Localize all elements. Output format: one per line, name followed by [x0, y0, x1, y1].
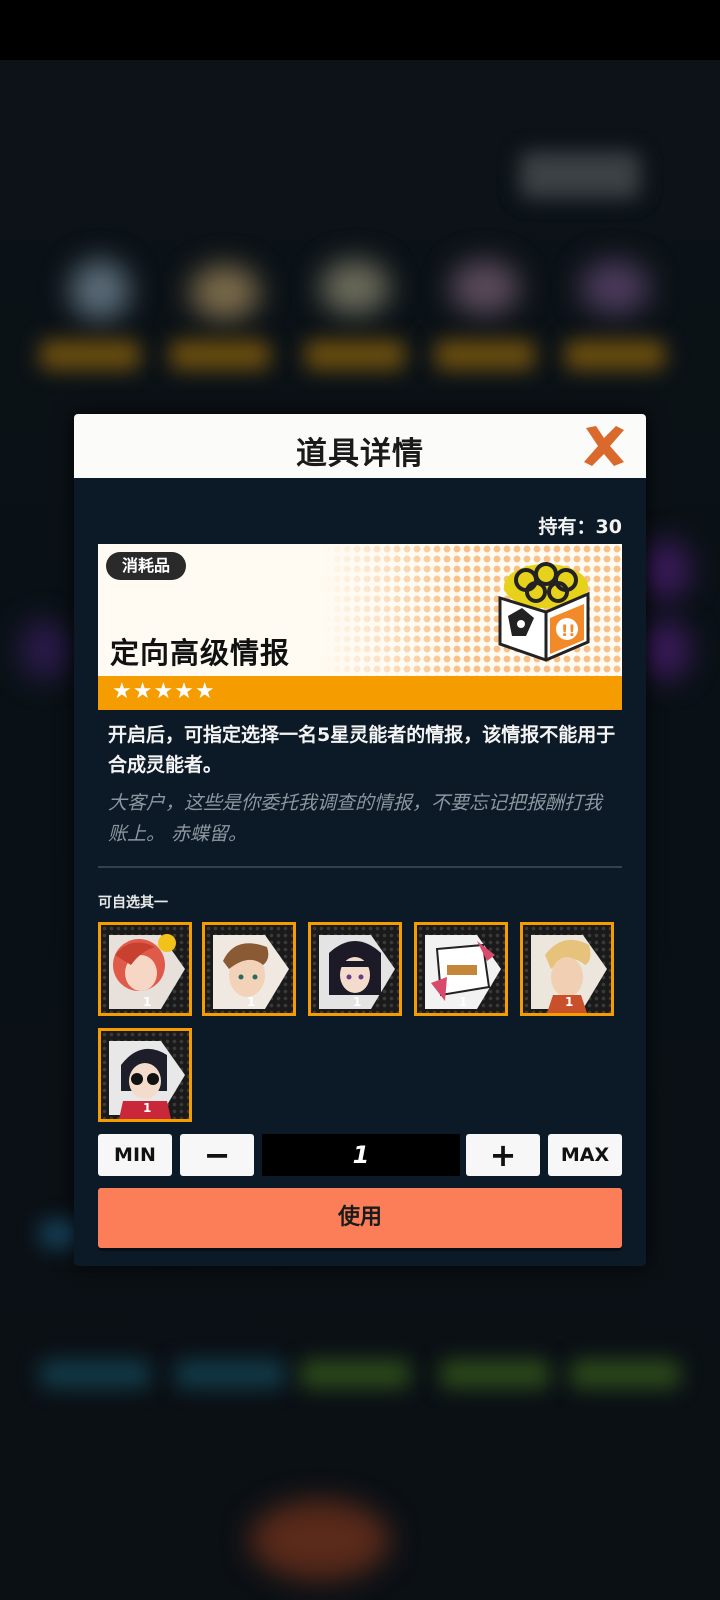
- svg-text:!!: !!: [561, 621, 576, 640]
- dialog-header: 道具详情: [74, 414, 646, 478]
- choice-slot-2[interactable]: 1: [202, 922, 296, 1016]
- choice-count: 1: [247, 995, 256, 1009]
- close-button[interactable]: [580, 422, 628, 470]
- decrease-button[interactable]: −: [180, 1134, 254, 1176]
- item-card: 消耗品 定向高级情报 !! ★★★★★: [98, 544, 622, 710]
- max-label: MAX: [560, 1144, 610, 1166]
- min-button[interactable]: MIN: [98, 1134, 172, 1176]
- intel-box-icon: !!: [498, 562, 590, 662]
- choice-count: 1: [353, 995, 362, 1009]
- item-banner: 消耗品 定向高级情报 !!: [98, 544, 622, 676]
- choice-slot-3[interactable]: 1: [308, 922, 402, 1016]
- choice-count: 1: [459, 995, 468, 1009]
- choice-slot-4[interactable]: 1: [414, 922, 508, 1016]
- item-detail-dialog: 道具详情 持有：30 消耗品 定向高级情报 !! ★★★★★ 开启后，可指定选择…: [74, 414, 646, 1266]
- category-badge: 消耗品: [106, 552, 187, 580]
- item-name: 定向高级情报: [110, 636, 291, 670]
- choice-count: 1: [565, 995, 574, 1009]
- rarity-bar: ★★★★★: [98, 676, 622, 710]
- choice-count: 1: [143, 995, 152, 1009]
- minus-icon: −: [203, 1136, 231, 1174]
- choose-one-label: 可自选其一: [98, 895, 168, 911]
- plus-icon: +: [489, 1136, 517, 1174]
- quantity-field[interactable]: 1: [262, 1134, 460, 1176]
- close-icon: [584, 426, 624, 466]
- rarity-stars: ★★★★★: [112, 679, 216, 704]
- divider: [98, 866, 622, 868]
- choice-slot-6[interactable]: 1: [98, 1028, 192, 1122]
- dialog-title: 道具详情: [296, 436, 424, 472]
- item-description: 开启后，可指定选择一名5星灵能者的情报，该情报不能用于合成灵能者。: [108, 724, 616, 776]
- choice-slot-1[interactable]: 1: [98, 922, 192, 1016]
- choice-count: 1: [143, 1101, 152, 1115]
- status-bar: [0, 0, 720, 60]
- min-label: MIN: [114, 1144, 156, 1166]
- choice-slot-5[interactable]: 1: [520, 922, 614, 1016]
- use-button[interactable]: 使用: [98, 1188, 622, 1248]
- increase-button[interactable]: +: [466, 1134, 540, 1176]
- item-flavor-text: 大客户，这些是你委托我调查的情报，不要忘记把报酬打我账上。 赤蝶留。: [108, 792, 603, 845]
- max-button[interactable]: MAX: [548, 1134, 622, 1176]
- owned-count: 持有：30: [538, 516, 622, 538]
